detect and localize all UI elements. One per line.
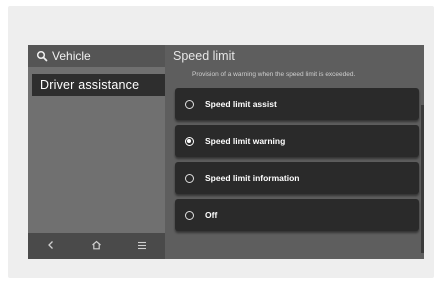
option-label: Off: [205, 210, 218, 220]
back-button[interactable]: [39, 236, 63, 256]
infotainment-screen: Vehicle Driver assistance Speed limit Pr…: [28, 45, 424, 259]
sidebar-item-driver-assistance[interactable]: Driver assistance: [32, 74, 165, 96]
option-label: Speed limit assist: [205, 99, 277, 109]
sidebar: Vehicle Driver assistance: [28, 45, 165, 259]
search-icon: [36, 50, 48, 62]
option-label: Speed limit information: [205, 173, 300, 183]
page-title: Speed limit: [173, 49, 235, 63]
radio-button[interactable]: [185, 173, 194, 183]
option-speed-limit-information[interactable]: Speed limit information: [175, 162, 419, 194]
option-speed-limit-assist[interactable]: Speed limit assist: [175, 88, 419, 120]
radio-button[interactable]: [185, 99, 194, 109]
main-panel: Speed limit Provision of a warning when …: [165, 45, 424, 259]
menu-button[interactable]: [130, 236, 154, 256]
home-icon: [91, 237, 102, 255]
menu-icon: [137, 237, 147, 255]
back-icon: [47, 237, 55, 255]
option-off[interactable]: Off: [175, 199, 419, 231]
page-description: Provision of a warning when the speed li…: [192, 71, 356, 78]
radio-button[interactable]: [185, 210, 194, 220]
sidebar-header-label: Vehicle: [52, 49, 91, 63]
screenshot-frame: Vehicle Driver assistance Speed limit Pr…: [8, 6, 434, 278]
radio-button-selected[interactable]: [185, 136, 194, 146]
option-speed-limit-warning[interactable]: Speed limit warning: [175, 125, 419, 157]
option-label: Speed limit warning: [205, 136, 286, 146]
bottom-nav-bar: [28, 233, 165, 259]
home-button[interactable]: [84, 236, 108, 256]
scrollbar[interactable]: [421, 105, 424, 253]
sidebar-header[interactable]: Vehicle: [28, 45, 165, 67]
sidebar-item-label: Driver assistance: [40, 78, 140, 92]
